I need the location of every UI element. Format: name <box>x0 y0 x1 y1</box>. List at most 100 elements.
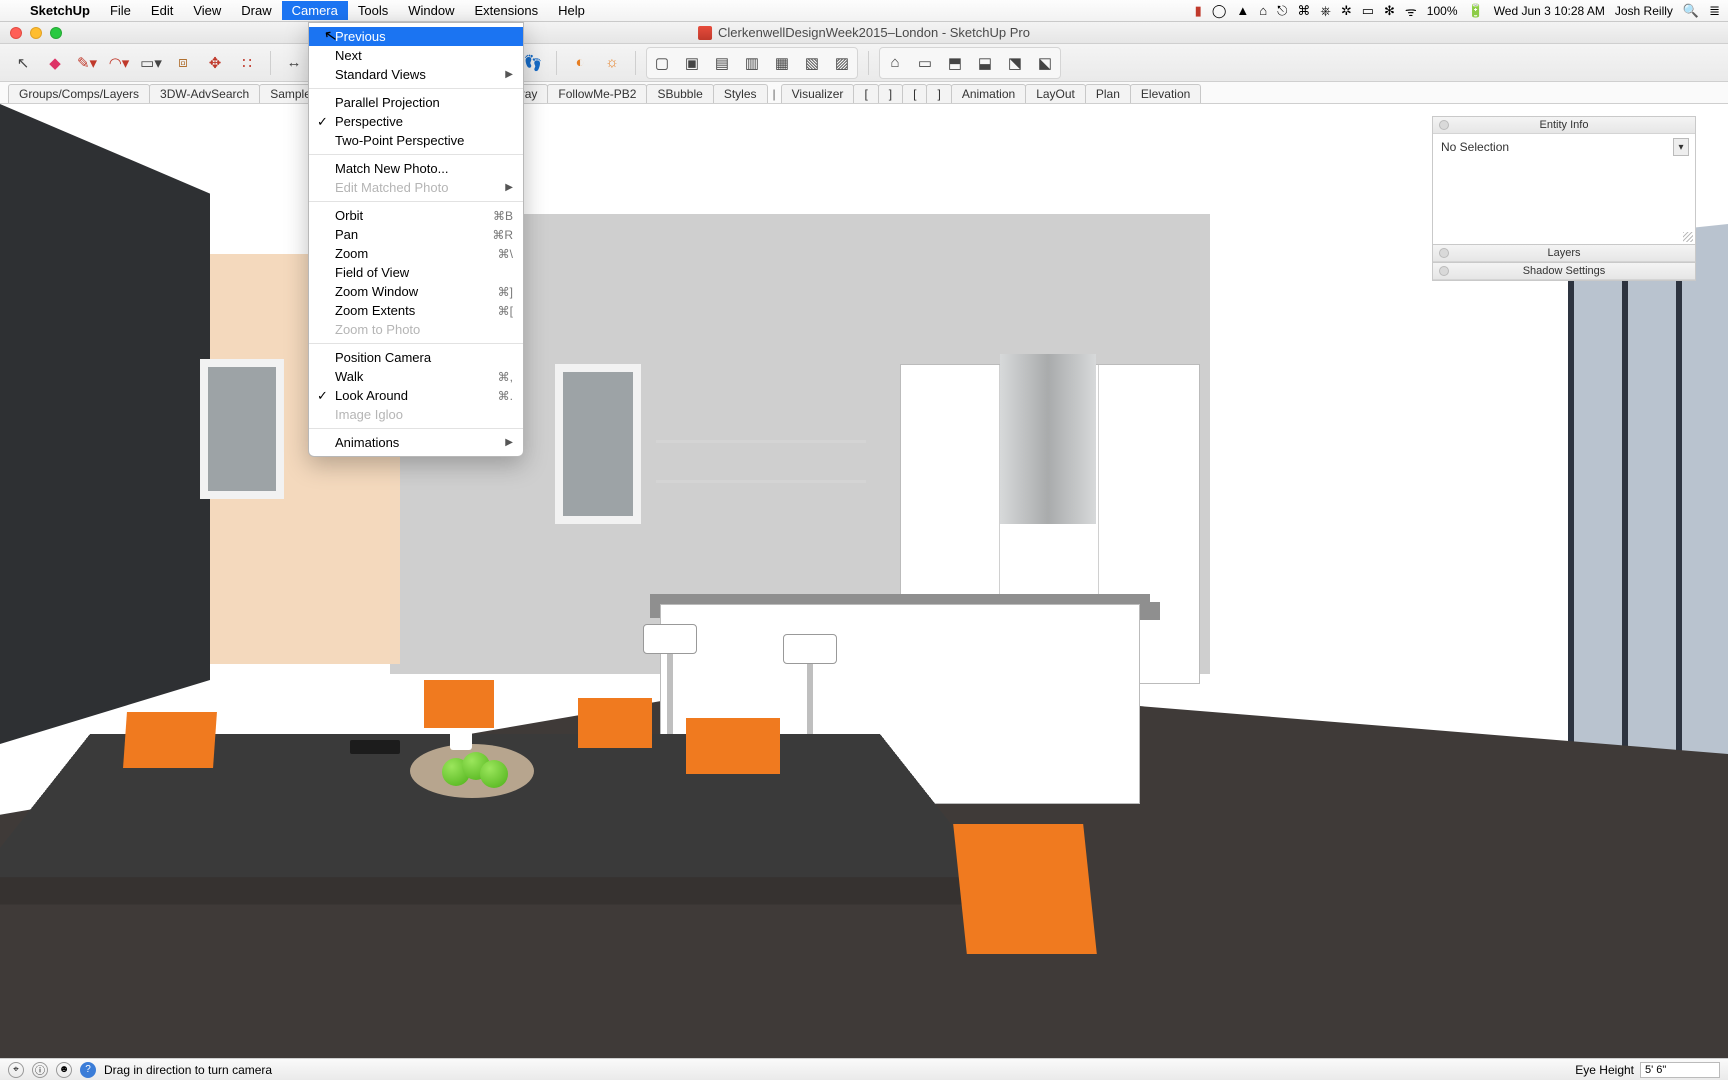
entity-info-panel[interactable]: Entity Info No Selection ▾ <box>1432 116 1696 245</box>
view-btn[interactable]: ⬒ <box>942 50 968 76</box>
style-btn[interactable]: ▤ <box>709 50 735 76</box>
spotlight-icon[interactable]: 🔍 <box>1683 3 1699 19</box>
menu-item-position-camera[interactable]: Position Camera <box>309 348 523 367</box>
menu-item-walk[interactable]: Walk⌘, <box>309 367 523 386</box>
user-name[interactable]: Josh Reilly <box>1615 4 1673 18</box>
style-btn[interactable]: ▥ <box>739 50 765 76</box>
close-window-button[interactable] <box>10 27 22 39</box>
zoom-window-button[interactable] <box>50 27 62 39</box>
window-geometry <box>200 359 284 499</box>
menubar-extra-icon[interactable]: ⌂ <box>1259 3 1267 18</box>
menubar-extra-icon[interactable]: ◯ <box>1212 3 1227 19</box>
battery-icon[interactable]: 🔋 <box>1468 3 1484 19</box>
view-toolbar-group: ⌂ ▭ ⬒ ⬓ ⬔ ⬕ <box>879 47 1061 79</box>
geo-location-icon[interactable]: ⌖ <box>8 1062 24 1078</box>
style-btn[interactable]: ▣ <box>679 50 705 76</box>
menu-file[interactable]: File <box>100 1 141 20</box>
scene-tab[interactable]: 3DW-AdvSearch <box>149 84 260 103</box>
tape-tool[interactable]: ↔ <box>281 50 307 76</box>
bluetooth-icon[interactable]: ✻ <box>1384 3 1395 19</box>
menu-tools[interactable]: Tools <box>348 1 398 20</box>
scene-tab[interactable]: SBubble <box>646 84 713 103</box>
menu-help[interactable]: Help <box>548 1 595 20</box>
scene-tab[interactable]: ] <box>878 84 903 103</box>
menubar-extra-icon[interactable]: ⌘ <box>1297 3 1310 19</box>
move-tool[interactable]: ✥ <box>202 50 228 76</box>
notifications-icon[interactable]: ▲ <box>1236 3 1249 18</box>
menu-item-fov[interactable]: Field of View <box>309 263 523 282</box>
pushpull-tool[interactable]: ⧈ <box>170 50 196 76</box>
rotate-tool[interactable]: ∷ <box>234 50 260 76</box>
menubar-extra-icon[interactable]: ▮ <box>1195 3 1202 19</box>
view-btn[interactable]: ⬕ <box>1032 50 1058 76</box>
style-btn[interactable]: ▨ <box>829 50 855 76</box>
scene-tab[interactable]: [ <box>853 84 878 103</box>
user-icon[interactable]: ☻ <box>56 1062 72 1078</box>
menu-item-orbit[interactable]: Orbit⌘B <box>309 206 523 225</box>
view-btn[interactable]: ⬔ <box>1002 50 1028 76</box>
menu-window[interactable]: Window <box>398 1 464 20</box>
view-btn[interactable]: ⬓ <box>972 50 998 76</box>
panel-close-icon[interactable] <box>1439 248 1449 258</box>
panel-options-button[interactable]: ▾ <box>1673 138 1689 156</box>
line-tool[interactable]: ✎▾ <box>74 50 100 76</box>
scene-tab[interactable]: Styles <box>713 84 768 103</box>
scene-tab[interactable]: LayOut <box>1025 84 1086 103</box>
section-tool[interactable]: ◐ <box>567 50 593 76</box>
menu-view[interactable]: View <box>183 1 231 20</box>
shadow-toggle[interactable]: ☼ <box>599 50 625 76</box>
clock[interactable]: Wed Jun 3 10:28 AM <box>1494 4 1605 18</box>
menu-draw[interactable]: Draw <box>231 1 281 20</box>
scene-tab[interactable]: [ <box>902 84 927 103</box>
menu-item-next[interactable]: Next <box>309 46 523 65</box>
resize-handle[interactable] <box>1683 232 1693 242</box>
shadow-settings-panel[interactable]: Shadow Settings <box>1432 262 1696 281</box>
style-btn[interactable]: ▢ <box>649 50 675 76</box>
menu-item-parallel[interactable]: Parallel Projection <box>309 93 523 112</box>
style-btn[interactable]: ▧ <box>799 50 825 76</box>
eraser-tool[interactable]: ◆ <box>42 50 68 76</box>
menubar-extra-icon[interactable]: ⎋ <box>1277 3 1287 19</box>
scene-tab[interactable]: Groups/Comps/Layers <box>8 84 150 103</box>
measurement-input[interactable] <box>1640 1062 1720 1078</box>
menu-item-animations[interactable]: Animations▶ <box>309 433 523 452</box>
menu-item-look-around[interactable]: ✓Look Around⌘. <box>309 386 523 405</box>
scene-tab[interactable]: ] <box>926 84 951 103</box>
menu-item-zoom[interactable]: Zoom⌘\ <box>309 244 523 263</box>
select-tool[interactable]: ↖ <box>10 50 36 76</box>
menu-item-two-point[interactable]: Two-Point Perspective <box>309 131 523 150</box>
menu-edit[interactable]: Edit <box>141 1 183 20</box>
arc-tool[interactable]: ◠▾ <box>106 50 132 76</box>
panel-close-icon[interactable] <box>1439 266 1449 276</box>
menubar-extra-icon[interactable]: ✲ <box>1341 3 1352 19</box>
menu-extensions[interactable]: Extensions <box>464 1 548 20</box>
minimize-window-button[interactable] <box>30 27 42 39</box>
menu-item-previous[interactable]: Previous <box>309 27 523 46</box>
model-viewport[interactable]: Entity Info No Selection ▾ Layers Shadow… <box>0 104 1728 1058</box>
style-btn[interactable]: ▦ <box>769 50 795 76</box>
scene-tab[interactable]: Plan <box>1085 84 1131 103</box>
menu-item-zoom-window[interactable]: Zoom Window⌘] <box>309 282 523 301</box>
shape-tool[interactable]: ▭▾ <box>138 50 164 76</box>
scene-tab[interactable]: Visualizer <box>781 84 855 103</box>
menubar-extra-icon[interactable]: ⎈ <box>1320 3 1330 19</box>
view-btn[interactable]: ▭ <box>912 50 938 76</box>
layers-panel[interactable]: Layers <box>1432 244 1696 263</box>
menu-item-zoom-extents[interactable]: Zoom Extents⌘[ <box>309 301 523 320</box>
help-icon[interactable]: ? <box>80 1062 96 1078</box>
scene-tab[interactable]: Animation <box>951 84 1026 103</box>
view-btn[interactable]: ⌂ <box>882 50 908 76</box>
credits-icon[interactable]: ⓘ <box>32 1062 48 1078</box>
wifi-icon[interactable]: ᯤ <box>1405 2 1417 20</box>
menu-camera[interactable]: Camera <box>282 1 348 20</box>
menu-item-pan[interactable]: Pan⌘R <box>309 225 523 244</box>
scene-tab[interactable]: FollowMe-PB2 <box>547 84 647 103</box>
menu-item-match-photo[interactable]: Match New Photo... <box>309 159 523 178</box>
panel-close-icon[interactable] <box>1439 120 1449 130</box>
menu-item-standard-views[interactable]: Standard Views▶ <box>309 65 523 84</box>
app-name[interactable]: SketchUp <box>20 3 100 18</box>
airplay-icon[interactable]: ▭ <box>1362 3 1374 19</box>
notification-center-icon[interactable]: ≣ <box>1709 3 1720 19</box>
menu-item-perspective[interactable]: ✓Perspective <box>309 112 523 131</box>
scene-tab[interactable]: Elevation <box>1130 84 1201 103</box>
